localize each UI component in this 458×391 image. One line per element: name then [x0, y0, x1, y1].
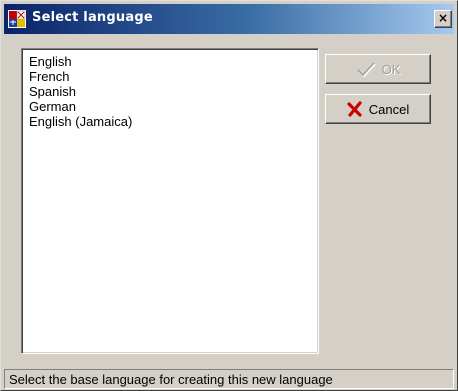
- list-item-german[interactable]: German: [23, 99, 317, 114]
- status-text: Select the base language for creating th…: [9, 372, 333, 387]
- window-title: Select language: [32, 10, 153, 25]
- ok-button-label: OK: [381, 61, 401, 77]
- list-item-spanish[interactable]: Spanish: [23, 84, 317, 99]
- title-bar[interactable]: Select language ×: [4, 4, 454, 34]
- red-x-icon: [347, 101, 362, 117]
- language-listbox[interactable]: English French Spanish German English (J…: [21, 48, 319, 354]
- language-list: English French Spanish German English (J…: [23, 54, 317, 129]
- close-icon: ×: [437, 11, 449, 25]
- status-bar: Select the base language for creating th…: [4, 369, 454, 389]
- cancel-button[interactable]: Cancel: [325, 94, 431, 124]
- cancel-button-label: Cancel: [368, 101, 410, 117]
- list-item-french[interactable]: French: [23, 69, 317, 84]
- close-button[interactable]: ×: [434, 10, 452, 28]
- list-item-english[interactable]: English: [23, 54, 317, 69]
- list-item-english-jamaica[interactable]: English (Jamaica): [23, 114, 317, 129]
- ok-button[interactable]: OK: [325, 54, 431, 84]
- language-flag-icon: [8, 10, 26, 28]
- checkmark-icon: [357, 62, 376, 77]
- select-language-dialog: Select language × English French Spanish…: [0, 0, 458, 391]
